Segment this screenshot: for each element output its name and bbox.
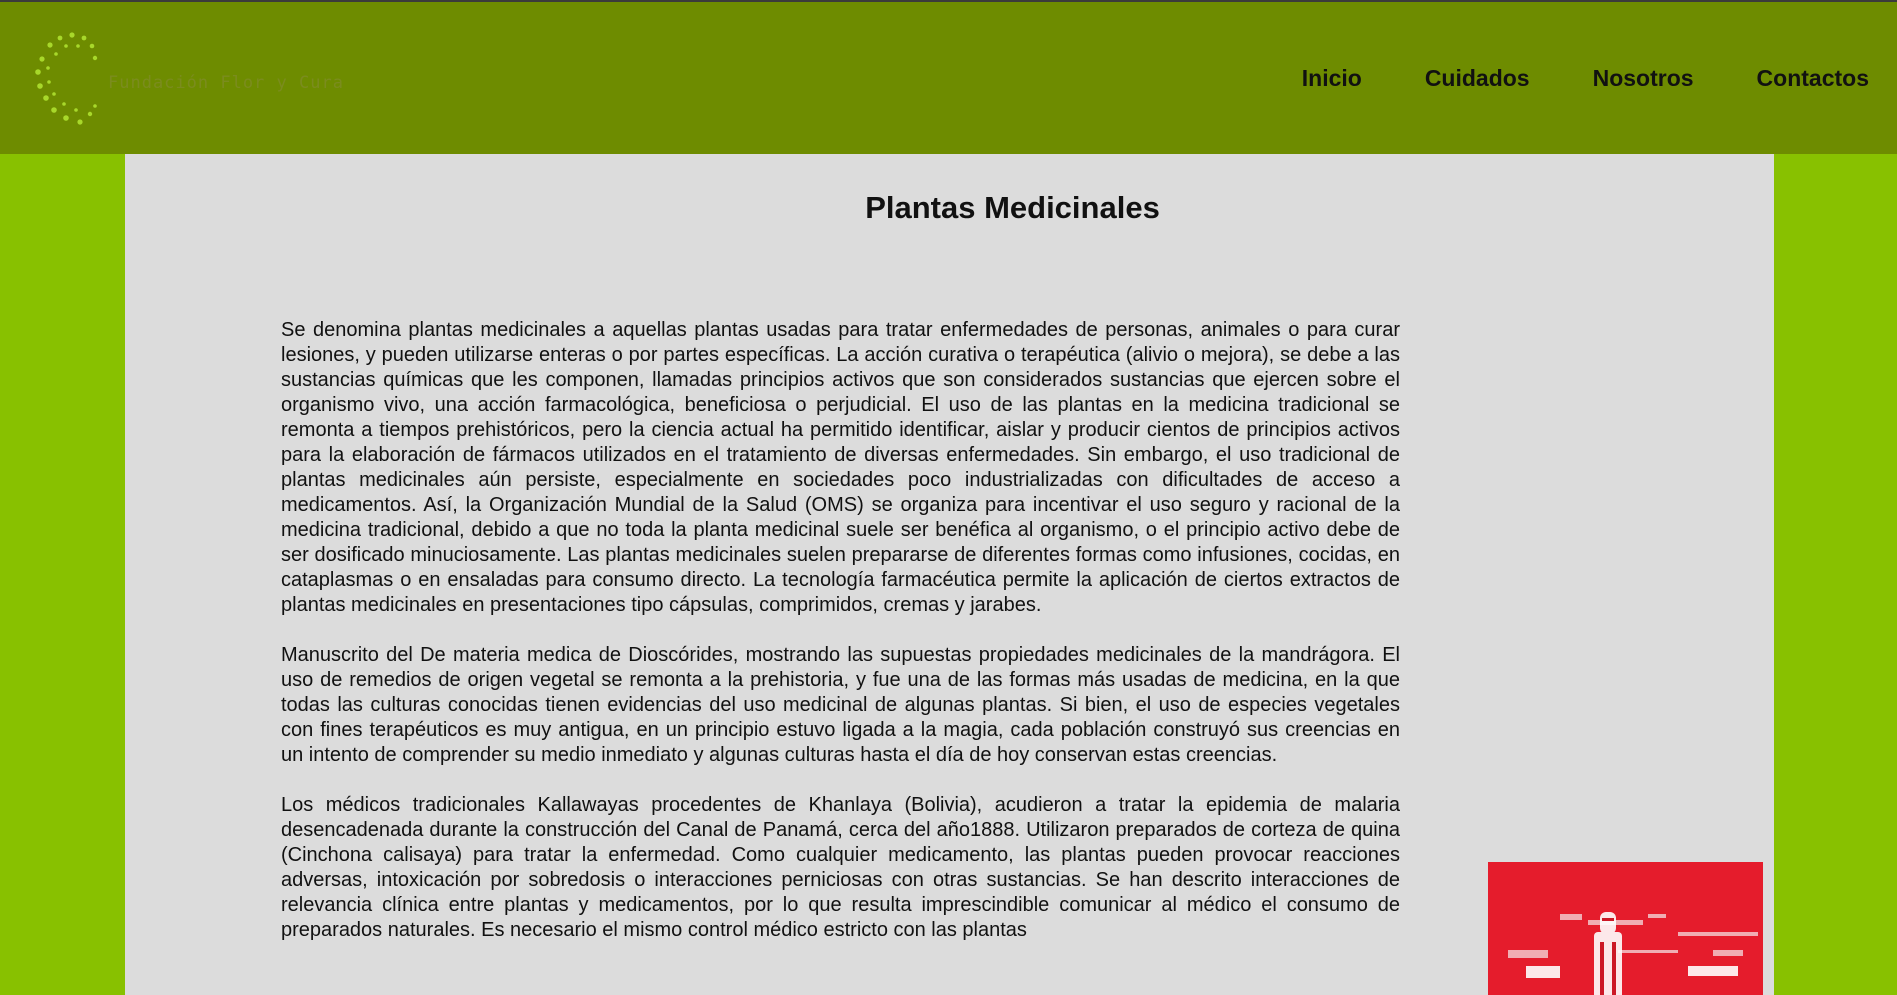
content-panel: Plantas Medicinales Se denomina plantas … <box>125 154 1774 995</box>
article-paragraph: Los médicos tradicionales Kallawayas pro… <box>281 794 1400 941</box>
nav-link-cuidados[interactable]: Cuidados <box>1425 65 1530 92</box>
article-body: Se denomina plantas medicinales a aquell… <box>281 318 1400 968</box>
dot-ring-logo-icon <box>35 32 98 125</box>
article-paragraph: Se denomina plantas medicinales a aquell… <box>281 319 1400 616</box>
page-title: Plantas Medicinales <box>865 190 1160 225</box>
brand-name: Fundación Flor y Cura <box>108 73 344 93</box>
bottle-illustration-icon <box>1488 862 1763 995</box>
plant-illustration-image <box>1488 862 1763 995</box>
site-logo[interactable]: Fundación Flor y Cura <box>32 26 382 136</box>
nav-link-nosotros[interactable]: Nosotros <box>1593 65 1694 92</box>
nav-link-contactos[interactable]: Contactos <box>1757 65 1869 92</box>
site-header: Fundación Flor y Cura Inicio Cuidados No… <box>0 2 1897 154</box>
nav-link-inicio[interactable]: Inicio <box>1302 65 1362 92</box>
main-navigation: Inicio Cuidados Nosotros Contactos <box>1239 65 1869 92</box>
article-paragraph: Manuscrito del De materia medica de Dios… <box>281 644 1400 766</box>
